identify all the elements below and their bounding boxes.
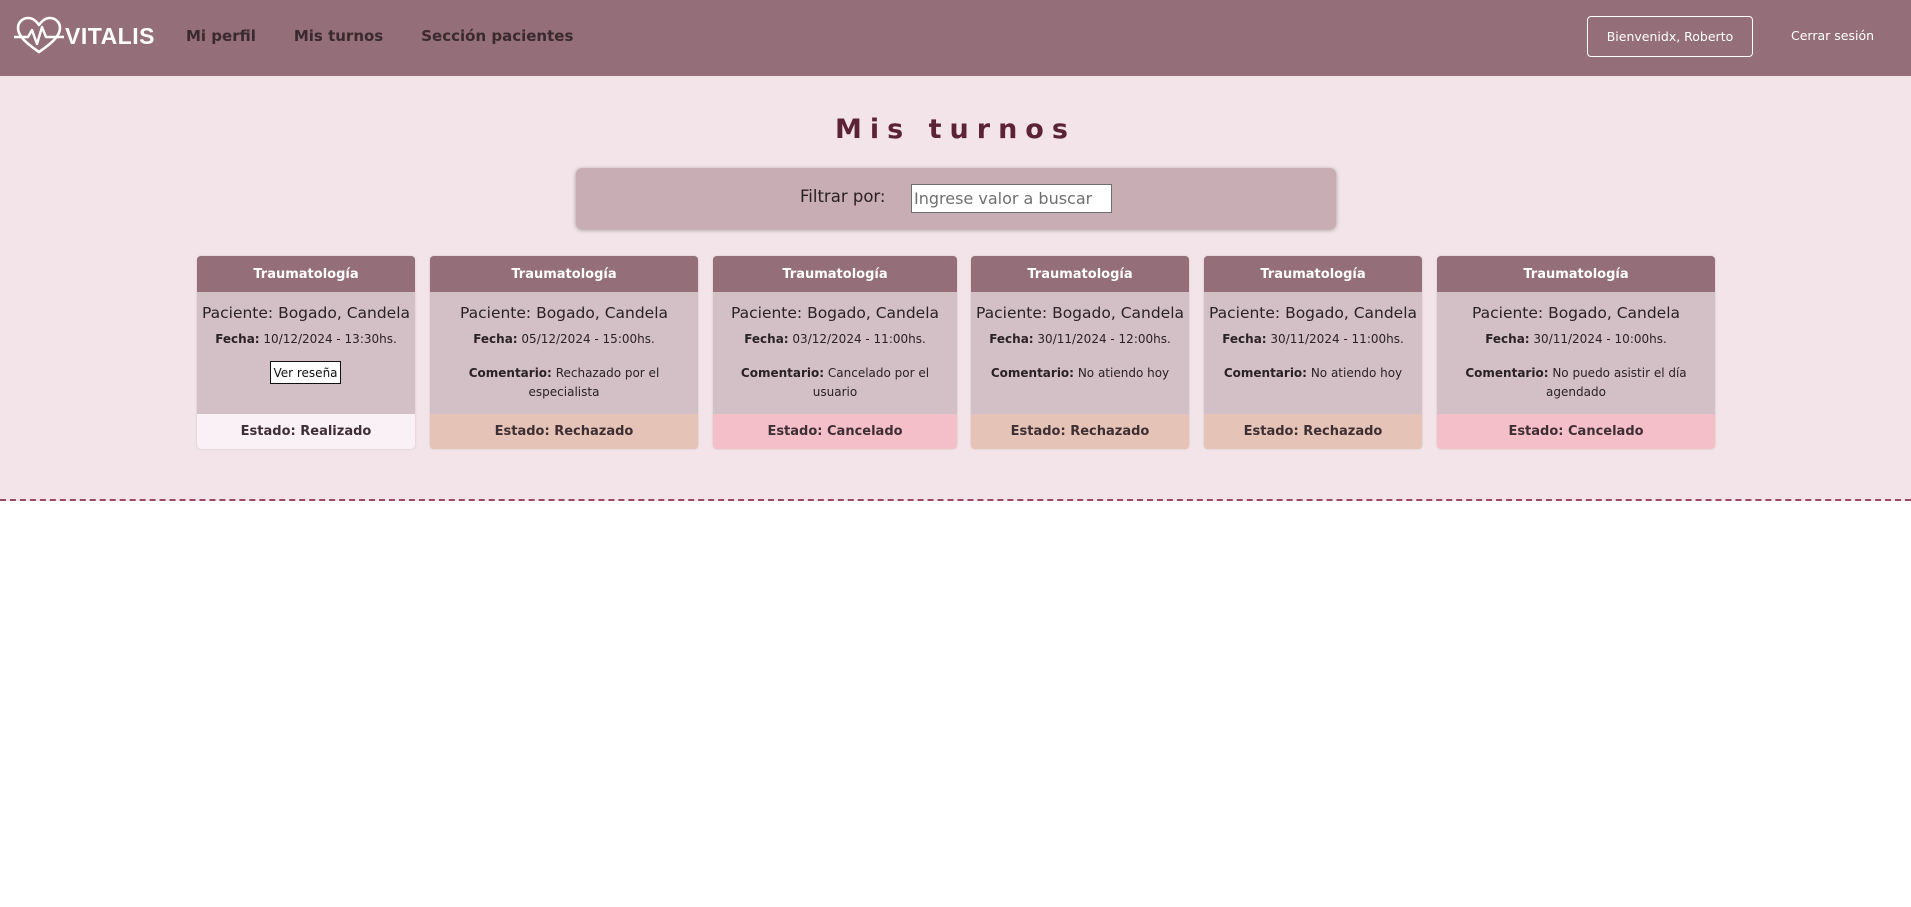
card-date: Fecha: 10/12/2024 - 13:30hs. [197,332,415,346]
appointment-card: Traumatología Paciente: Bogado, Candela … [1437,256,1715,449]
date-label: Fecha: [744,332,789,346]
card-specialty: Traumatología [713,256,957,292]
date-value: 30/11/2024 - 11:00hs. [1270,332,1404,346]
status-badge: Estado: Cancelado [1437,414,1715,449]
status-badge: Estado: Realizado [197,414,415,449]
card-date: Fecha: 30/11/2024 - 10:00hs. [1437,332,1715,346]
card-date: Fecha: 03/12/2024 - 11:00hs. [713,332,957,346]
nav-mis-turnos[interactable]: Mis turnos [294,27,383,45]
status-badge: Estado: Rechazado [1204,414,1422,449]
date-value: 03/12/2024 - 11:00hs. [792,332,926,346]
logout-link[interactable]: Cerrar sesión [1791,28,1874,43]
brand-logo[interactable]: VITALIS [14,16,155,56]
card-comment: Comentario: No atiendo hoy [1212,364,1414,383]
card-patient: Paciente: Bogado, Candela [201,304,411,322]
card-comment: Comentario: Rechazado por el especialist… [438,364,690,402]
card-patient: Paciente: Bogado, Candela [1208,304,1418,322]
comment-label: Comentario: [468,366,552,380]
card-specialty: Traumatología [197,256,415,292]
nav-mi-perfil[interactable]: Mi perfil [186,27,256,45]
comment-value: No atiendo hoy [1310,366,1403,380]
appointment-card: Traumatología Paciente: Bogado, Candela … [197,256,415,449]
appointment-card: Traumatología Paciente: Bogado, Candela … [971,256,1189,449]
comment-value: No atiendo hoy [1077,366,1170,380]
appointment-card: Traumatología Paciente: Bogado, Candela … [430,256,698,449]
heart-pulse-icon [14,16,64,54]
comment-label: Comentario: [1465,366,1549,380]
status-badge: Estado: Rechazado [430,414,698,449]
comment-label: Comentario: [990,366,1074,380]
card-comment: Comentario: No atiendo hoy [979,364,1181,383]
status-badge: Estado: Cancelado [713,414,957,449]
date-label: Fecha: [215,332,260,346]
card-comment: Comentario: Cancelado por el usuario [721,364,949,402]
date-label: Fecha: [989,332,1034,346]
date-label: Fecha: [473,332,518,346]
filter-label: Filtrar por: [800,187,886,206]
card-patient: Paciente: Bogado, Candela [459,304,669,322]
view-review-button[interactable]: Ver reseña [270,361,341,384]
card-patient: Paciente: Bogado, Candela [1471,304,1681,322]
search-input[interactable] [911,184,1112,213]
brand-name: VITALIS [65,22,155,49]
card-date: Fecha: 30/11/2024 - 11:00hs. [1204,332,1422,346]
date-value: 30/11/2024 - 12:00hs. [1037,332,1171,346]
welcome-button[interactable]: Bienvenidx, Roberto [1587,16,1753,57]
card-patient: Paciente: Bogado, Candela [730,304,940,322]
nav-seccion-pacientes[interactable]: Sección pacientes [421,27,573,45]
card-date: Fecha: 30/11/2024 - 12:00hs. [971,332,1189,346]
card-comment: Comentario: No puedo asistir el día agen… [1445,364,1707,402]
date-value: 10/12/2024 - 13:30hs. [263,332,397,346]
card-specialty: Traumatología [1204,256,1422,292]
appointment-card: Traumatología Paciente: Bogado, Candela … [1204,256,1422,449]
date-value: 30/11/2024 - 10:00hs. [1533,332,1667,346]
comment-label: Comentario: [740,366,825,380]
date-value: 05/12/2024 - 15:00hs. [521,332,655,346]
card-specialty: Traumatología [430,256,698,292]
top-navbar: VITALIS Mi perfil Mis turnos Sección pac… [0,0,1911,76]
appointment-card: Traumatología Paciente: Bogado, Candela … [713,256,957,449]
filter-panel: Filtrar por: [576,168,1336,229]
comment-label: Comentario: [1223,366,1307,380]
date-label: Fecha: [1222,332,1267,346]
card-patient: Paciente: Bogado, Candela [975,304,1185,322]
card-date: Fecha: 05/12/2024 - 15:00hs. [430,332,698,346]
page-title: Mis turnos [835,114,1076,145]
date-label: Fecha: [1485,332,1530,346]
nav-links: Mi perfil Mis turnos Sección pacientes [186,27,611,45]
comment-value: No puedo asistir el día agendado [1546,366,1687,399]
status-badge: Estado: Rechazado [971,414,1189,449]
comment-value: Cancelado por el usuario [812,366,930,399]
card-specialty: Traumatología [971,256,1189,292]
main-content: Mis turnos Filtrar por: Traumatología Pa… [0,76,1911,501]
card-specialty: Traumatología [1437,256,1715,292]
